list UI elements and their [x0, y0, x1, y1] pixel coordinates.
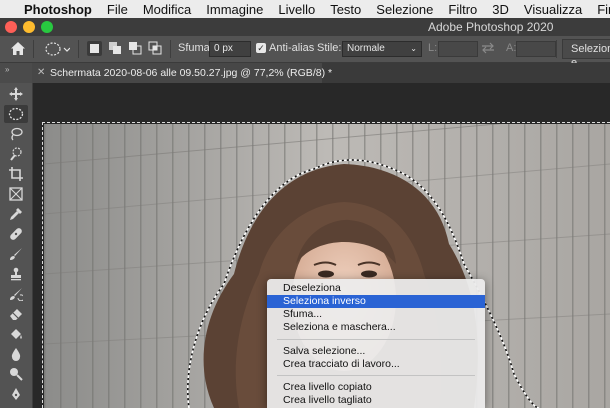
- menu-visualizza[interactable]: Visualizza: [524, 2, 582, 17]
- subtract-from-selection-icon[interactable]: [128, 41, 143, 56]
- crop-icon: [9, 167, 23, 181]
- bandage-icon: [10, 228, 22, 240]
- menu-3d[interactable]: 3D: [492, 2, 509, 17]
- style-label: Stile:: [317, 42, 342, 54]
- height-label: A:: [506, 42, 517, 54]
- width-label: L:: [428, 42, 438, 54]
- eyedropper-icon: [10, 208, 22, 220]
- intersect-selection-icon[interactable]: [148, 41, 163, 56]
- pen-tool[interactable]: [4, 385, 28, 403]
- crop-tool[interactable]: [4, 165, 28, 183]
- window-title: Adobe Photoshop 2020: [428, 20, 554, 34]
- menu-bar: Photoshop File Modifica Immagine Livello…: [0, 0, 610, 18]
- antialias-label: Anti-alias: [269, 42, 315, 54]
- menu-testo[interactable]: Testo: [330, 2, 361, 17]
- dodge-tool[interactable]: [4, 365, 28, 383]
- blur-tool[interactable]: [4, 345, 28, 363]
- brush-tool[interactable]: [4, 245, 28, 263]
- feather-input[interactable]: 0 px: [209, 41, 251, 57]
- quick-selection-icon: [10, 147, 22, 161]
- droplet-icon: [11, 348, 21, 361]
- menu-filtro[interactable]: Filtro: [448, 2, 477, 17]
- document-tab-title: Schermata 2020-08-06 alle 09.50.27.jpg @…: [50, 67, 333, 79]
- move-tool[interactable]: [4, 85, 28, 103]
- history-brush-tool[interactable]: [4, 285, 28, 303]
- quick-selection-tool[interactable]: [4, 145, 28, 163]
- menu-item-livello-copiato[interactable]: Crea livello copiato: [267, 381, 485, 394]
- height-input[interactable]: [516, 41, 556, 57]
- lasso-icon: [11, 127, 23, 141]
- style-select-value: Normale: [347, 43, 385, 54]
- clone-stamp-tool[interactable]: [4, 265, 28, 283]
- options-bar: Sfuma: 0 px ✓ Anti-alias Stile: Normale …: [0, 36, 610, 69]
- chevron-down-icon: ⌄: [410, 44, 417, 53]
- history-brush-icon: [10, 288, 23, 301]
- stamp-icon: [11, 267, 21, 281]
- home-icon[interactable]: [10, 41, 26, 56]
- menu-modifica[interactable]: Modifica: [143, 2, 191, 17]
- divider: [556, 40, 557, 58]
- menu-file[interactable]: File: [107, 2, 128, 17]
- canvas-marquee-top: [42, 122, 610, 124]
- canvas-marquee-left: [42, 122, 44, 408]
- feather-label: Sfuma:: [178, 42, 213, 54]
- swap-dimensions-icon[interactable]: [481, 42, 495, 54]
- menu-item-livello-tagliato[interactable]: Crea livello tagliato: [267, 394, 485, 407]
- menu-finestra[interactable]: Finestra: [597, 2, 610, 17]
- traffic-lights: [5, 21, 53, 33]
- divider: [33, 40, 34, 58]
- frame-tool[interactable]: [4, 185, 28, 203]
- selection-context-menu: Deseleziona Seleziona inverso Sfuma... S…: [267, 279, 485, 408]
- window-title-bar: Adobe Photoshop 2020: [0, 18, 610, 36]
- elliptical-marquee-preset-icon[interactable]: [44, 41, 70, 57]
- eraser-icon: [10, 309, 22, 320]
- menu-app-name[interactable]: Photoshop: [24, 2, 92, 17]
- menu-divider: [277, 339, 475, 340]
- document-tab-bar: ✕ Schermata 2020-08-06 alle 09.50.27.jpg…: [32, 63, 610, 83]
- frame-icon: [9, 187, 23, 201]
- pen-icon: [12, 388, 20, 400]
- menu-divider: [277, 375, 475, 376]
- select-and-mask-button[interactable]: Seleziona e: [562, 39, 610, 69]
- brush-icon: [10, 248, 22, 260]
- menu-immagine[interactable]: Immagine: [206, 2, 263, 17]
- menu-item-deseleziona[interactable]: Deseleziona: [267, 282, 485, 295]
- tools-panel: [0, 83, 33, 408]
- menu-item-sfuma[interactable]: Sfuma...: [267, 308, 485, 321]
- menu-selezione[interactable]: Selezione: [376, 2, 433, 17]
- zoom-window-button[interactable]: [41, 21, 53, 33]
- lasso-tool[interactable]: [4, 125, 28, 143]
- dodge-icon: [10, 368, 23, 381]
- close-window-button[interactable]: [5, 21, 17, 33]
- move-icon: [9, 87, 23, 101]
- collapse-arrows-icon[interactable]: »: [5, 65, 9, 74]
- eyedropper-tool[interactable]: [4, 205, 28, 223]
- divider: [78, 40, 79, 58]
- antialias-checkbox[interactable]: ✓: [256, 43, 266, 53]
- elliptical-marquee-tool[interactable]: [4, 105, 28, 123]
- elliptical-marquee-icon: [8, 107, 24, 121]
- close-icon[interactable]: ✕: [37, 63, 45, 83]
- eraser-tool[interactable]: [4, 305, 28, 323]
- new-selection-icon: [90, 44, 99, 53]
- menu-livello[interactable]: Livello: [278, 2, 315, 17]
- paint-bucket-tool[interactable]: [4, 325, 28, 343]
- menu-item-seleziona-e-maschera[interactable]: Seleziona e maschera...: [267, 321, 485, 334]
- style-select[interactable]: Normale ⌄: [342, 41, 422, 57]
- add-to-selection-icon[interactable]: [108, 41, 123, 56]
- menu-item-salva-selezione[interactable]: Salva selezione...: [267, 345, 485, 358]
- paint-bucket-icon: [11, 329, 22, 339]
- menu-item-crea-tracciato[interactable]: Crea tracciato di lavoro...: [267, 358, 485, 371]
- document-tab[interactable]: ✕ Schermata 2020-08-06 alle 09.50.27.jpg…: [32, 63, 332, 83]
- minimize-window-button[interactable]: [23, 21, 35, 33]
- menu-item-seleziona-inverso[interactable]: Seleziona inverso: [267, 295, 485, 308]
- new-selection-button[interactable]: [87, 41, 102, 56]
- divider: [170, 40, 171, 58]
- healing-brush-tool[interactable]: [4, 225, 28, 243]
- width-input[interactable]: [438, 41, 478, 57]
